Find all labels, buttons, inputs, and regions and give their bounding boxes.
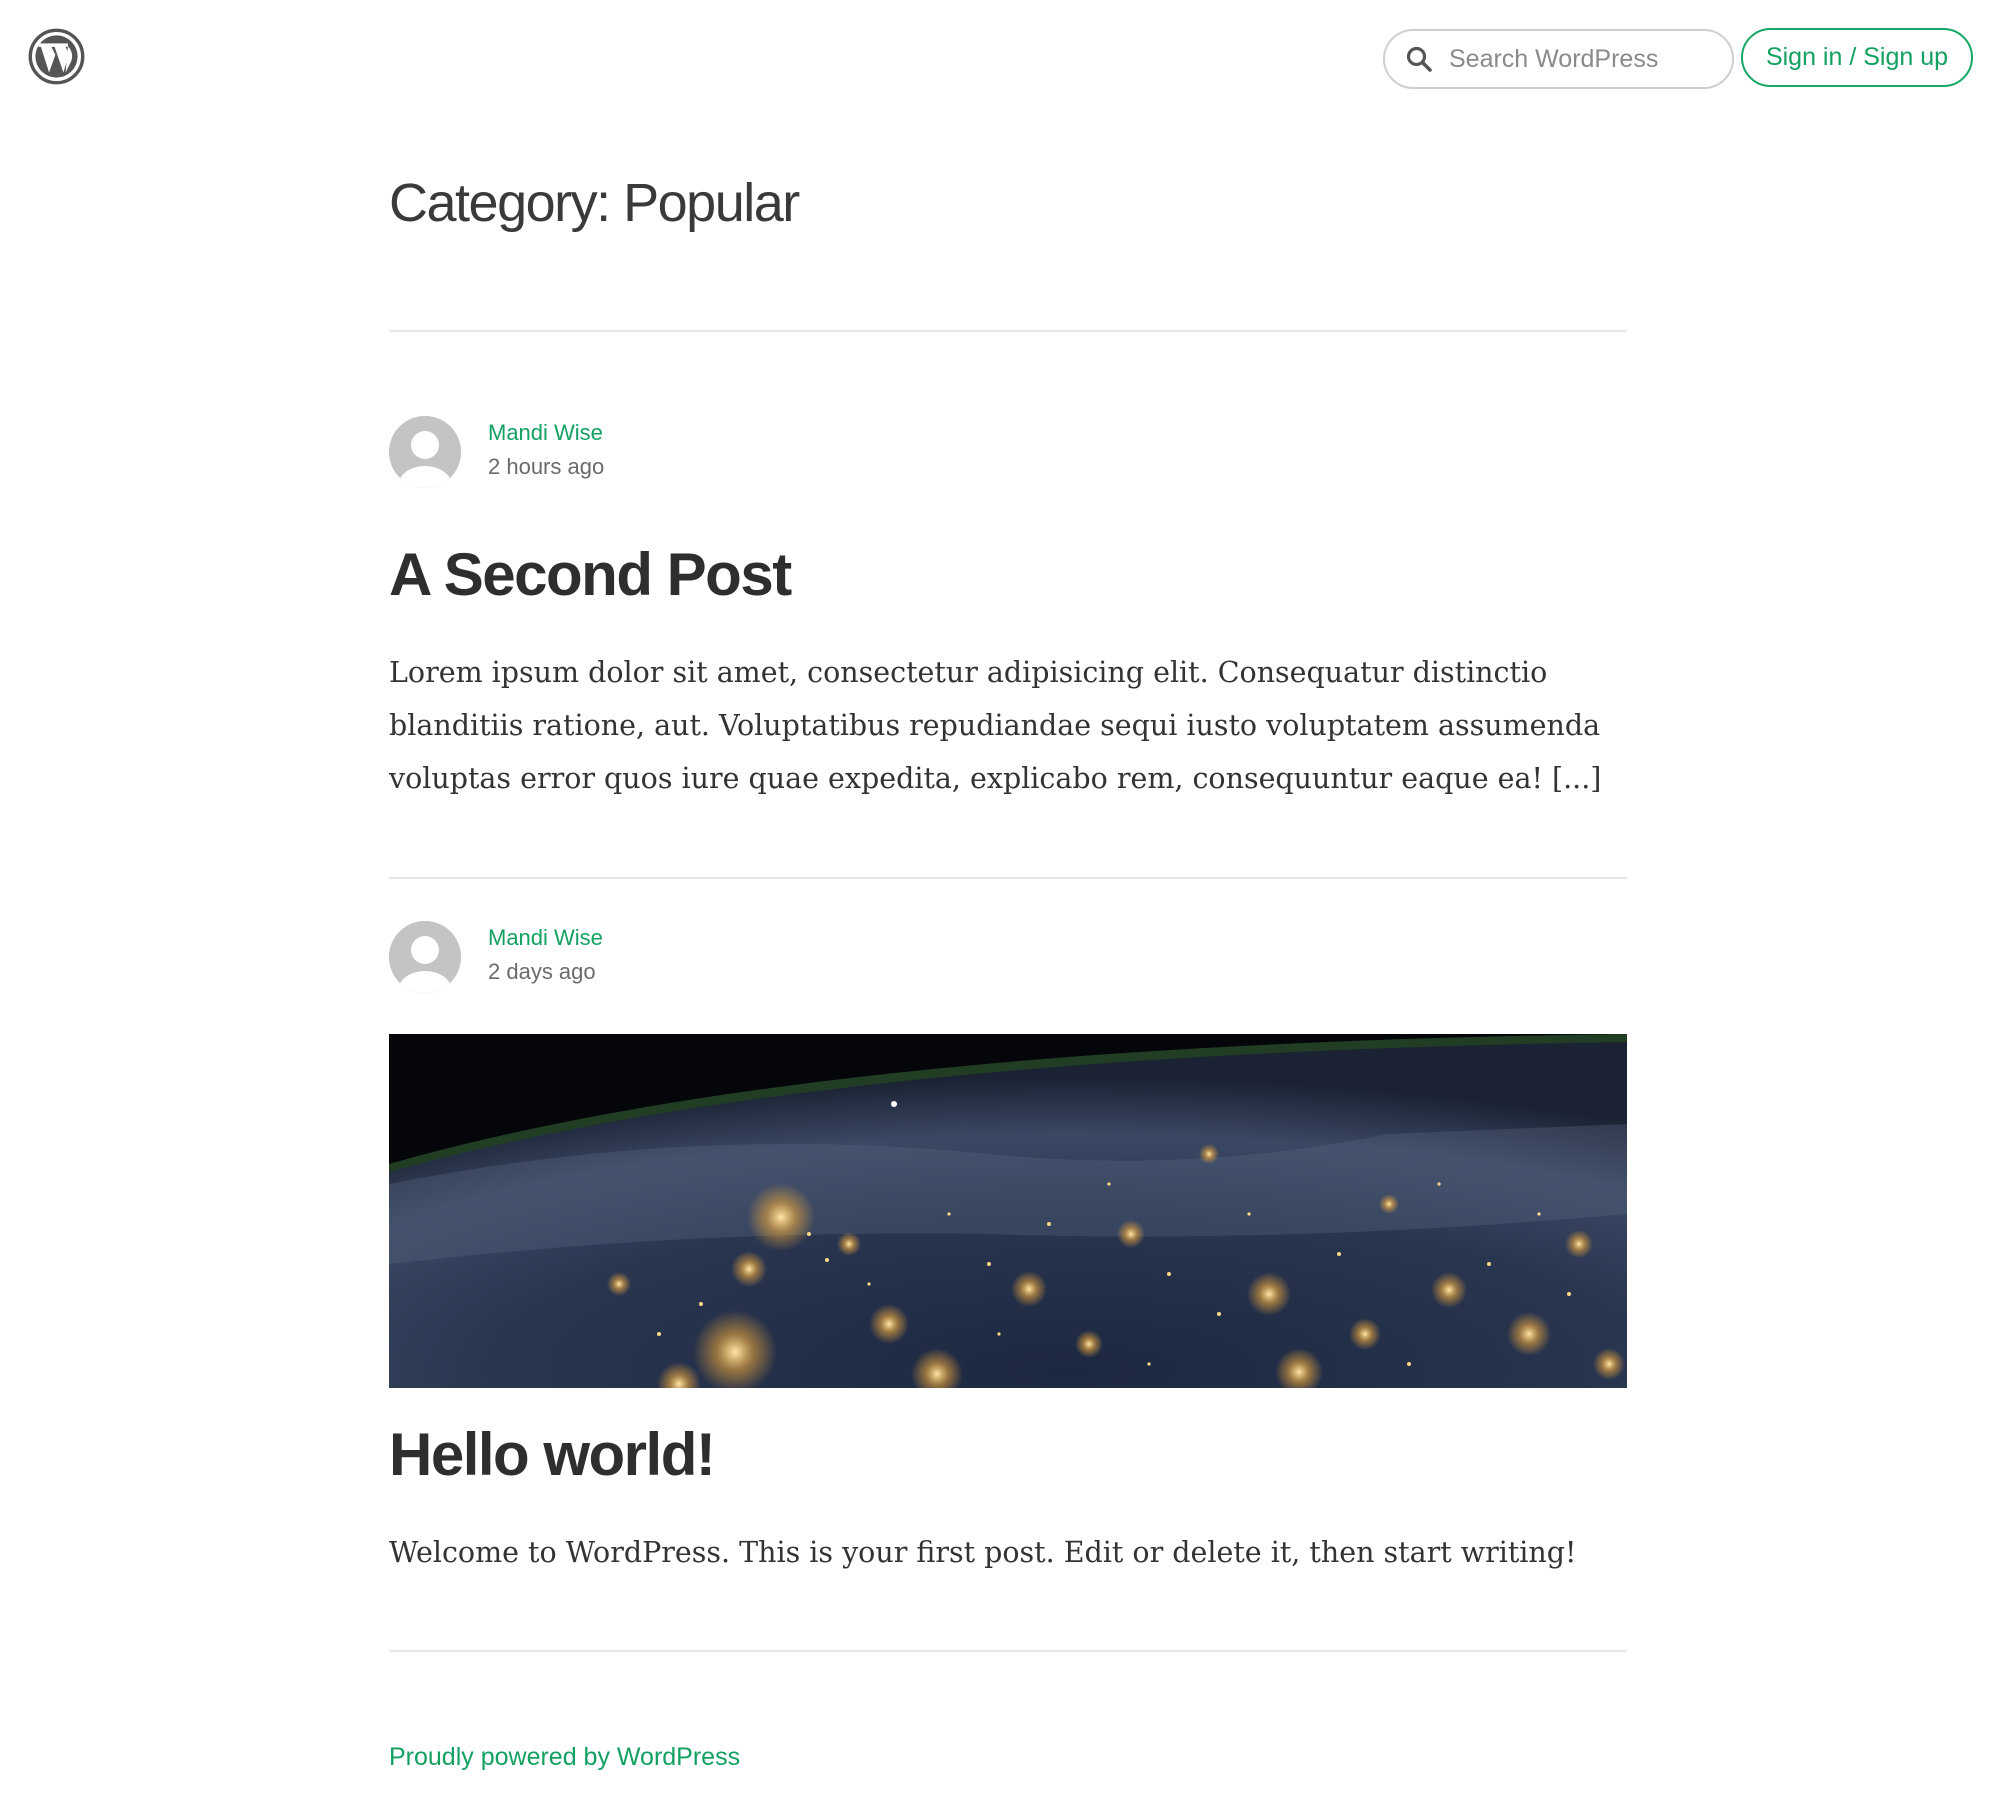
powered-by-wordpress-link[interactable]: Proudly powered by WordPress — [389, 1743, 740, 1772]
page-title: Category: Popular — [389, 173, 800, 233]
avatar — [389, 416, 461, 488]
divider — [389, 1650, 1627, 1652]
divider — [389, 330, 1627, 332]
default-avatar-icon — [389, 416, 461, 488]
post-time: 2 days ago — [488, 959, 596, 984]
wordpress-logo-icon[interactable] — [28, 28, 85, 85]
post-meta: Mandi Wise 2 hours ago — [389, 416, 989, 488]
search-input[interactable] — [1449, 44, 1719, 74]
default-avatar-icon — [389, 921, 461, 993]
search-box[interactable] — [1383, 29, 1734, 89]
post-excerpt: Lorem ipsum dolor sit amet, consectetur … — [389, 656, 1602, 795]
post-time: 2 hours ago — [488, 454, 605, 479]
sign-in-sign-up-button[interactable]: Sign in / Sign up — [1741, 28, 1973, 87]
author-link[interactable]: Mandi Wise — [488, 925, 603, 951]
post-title-link[interactable]: Hello world! — [389, 1420, 716, 1489]
avatar — [389, 921, 461, 993]
search-icon — [1406, 46, 1432, 72]
author-link[interactable]: Mandi Wise — [488, 420, 603, 446]
featured-image-earth-at-night[interactable] — [389, 1034, 1627, 1388]
post-title-link[interactable]: A Second Post — [389, 540, 792, 609]
post-meta: Mandi Wise 2 days ago — [389, 921, 989, 993]
post-excerpt: Welcome to WordPress. This is your first… — [389, 1536, 1577, 1569]
divider — [389, 877, 1627, 879]
